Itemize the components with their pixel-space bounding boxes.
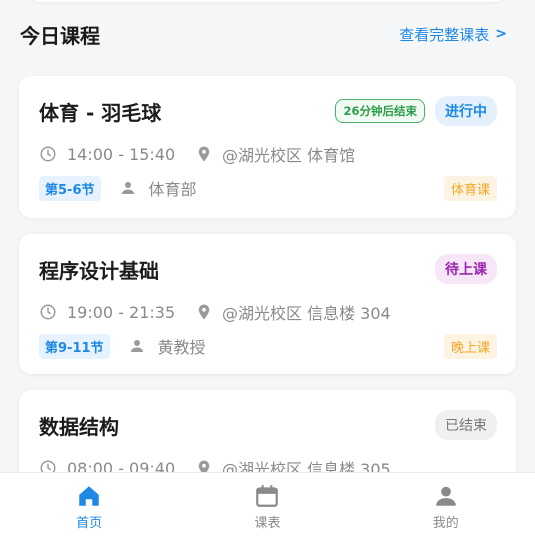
period-tag: 第9-11节	[39, 333, 110, 359]
previous-card-edge	[30, 0, 505, 2]
course-tags-left: 第5-6节 体育部	[39, 175, 197, 201]
course-type-tag: 体育课	[443, 175, 497, 201]
today-courses-screen: 今日课程 查看完整课表 > 体育 - 羽毛球 26分钟后结束 进行中 14:00…	[0, 0, 535, 540]
course-time: 19:00 - 21:35	[39, 303, 195, 322]
course-meta-row: 19:00 - 21:35 @湖光校区 信息楼 304	[39, 300, 497, 324]
course-title-row: 程序设计基础 待上课	[39, 252, 497, 286]
course-title: 数据结构	[39, 414, 119, 439]
status-badge: 已结束	[435, 410, 497, 440]
person-icon	[130, 340, 143, 352]
calendar-icon	[256, 484, 279, 507]
course-time-text: 14:00 - 15:40	[67, 144, 176, 164]
tab-label: 课表	[254, 515, 281, 531]
course-tags-row: 第9-11节 黄教授 晚上课	[39, 333, 497, 359]
course-meta-row: 14:00 - 15:40 @湖光校区 体育馆	[39, 142, 497, 166]
course-type-tag: 晚上课	[443, 333, 497, 359]
course-time-text: 19:00 - 21:35	[67, 302, 176, 322]
person-icon	[436, 486, 456, 506]
section-title: 今日课程	[20, 23, 100, 48]
clock-icon	[40, 146, 56, 162]
course-title-row: 体育 - 羽毛球 26分钟后结束 进行中	[39, 94, 497, 128]
course-location: @湖光校区 体育馆	[195, 142, 355, 166]
course-card[interactable]: 体育 - 羽毛球 26分钟后结束 进行中 14:00 - 15:40 @湖光校区…	[19, 76, 516, 218]
course-title-row: 数据结构 已结束	[39, 408, 497, 442]
course-time: 14:00 - 15:40	[39, 145, 195, 164]
tab-schedule[interactable]: 课表	[207, 483, 327, 531]
course-card[interactable]: 程序设计基础 待上课 19:00 - 21:35 @湖光校区 信息楼 304 第…	[19, 234, 516, 374]
countdown-badge: 26分钟后结束	[335, 99, 425, 123]
view-full-schedule-link[interactable]: 查看完整课表 >	[399, 24, 507, 45]
course-teacher-text: 黄教授	[157, 338, 206, 357]
view-full-schedule-label: 查看完整课表	[399, 25, 490, 44]
course-tags-left: 第9-11节 黄教授	[39, 333, 206, 359]
course-location-text: @湖光校区 信息楼 304	[222, 304, 391, 323]
tab-label: 首页	[76, 515, 103, 531]
bottom-tab-bar: 首页 课表 我的	[0, 472, 535, 540]
course-teacher-text: 体育部	[148, 180, 197, 199]
course-location: @湖光校区 信息楼 304	[195, 300, 391, 324]
home-icon	[79, 485, 99, 506]
tab-profile[interactable]: 我的	[386, 483, 506, 531]
location-pin-icon	[198, 304, 210, 320]
course-title: 体育 - 羽毛球	[39, 100, 162, 125]
tab-label: 我的	[432, 515, 459, 531]
period-tag: 第5-6节	[39, 175, 101, 201]
course-tags-row: 第5-6节 体育部 体育课	[39, 175, 497, 201]
course-location-text: @湖光校区 体育馆	[222, 146, 356, 165]
status-badge: 待上课	[435, 254, 497, 284]
status-badge: 进行中	[435, 96, 497, 126]
tab-home[interactable]: 首页	[29, 483, 149, 531]
course-title: 程序设计基础	[39, 258, 159, 283]
course-badges: 已结束	[435, 410, 497, 440]
location-pin-icon	[198, 146, 210, 162]
course-teacher: 黄教授	[128, 334, 206, 358]
chevron-right-icon: >	[495, 26, 507, 42]
section-header: 今日课程 查看完整课表 >	[20, 18, 507, 50]
course-badges: 26分钟后结束 进行中	[335, 96, 497, 126]
course-badges: 待上课	[435, 254, 497, 284]
person-icon	[121, 182, 134, 194]
clock-icon	[40, 304, 56, 320]
course-teacher: 体育部	[119, 176, 197, 200]
